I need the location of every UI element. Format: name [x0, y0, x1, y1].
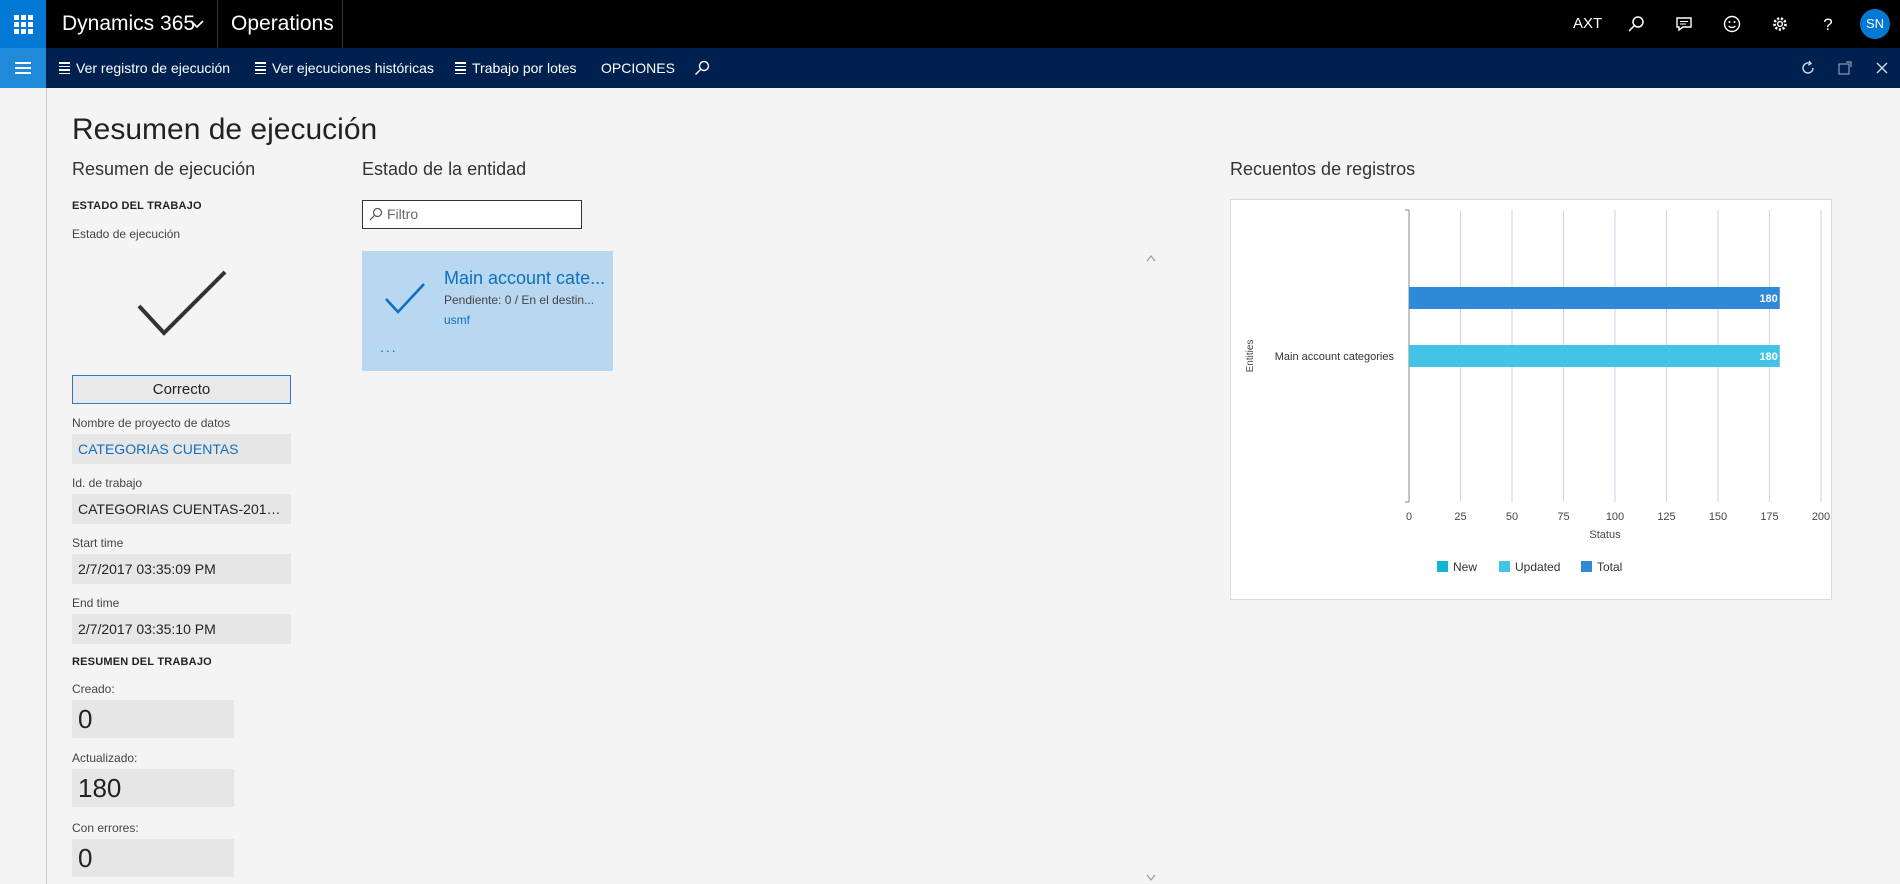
job-summary-heading: RESUMEN DEL TRABAJO	[72, 656, 212, 668]
x-tick-label: 100	[1606, 511, 1624, 523]
action-bar: Ver registro de ejecución Ver ejecucione…	[0, 48, 1900, 88]
search-icon[interactable]	[1626, 14, 1646, 34]
x-tick-label: 0	[1406, 511, 1412, 523]
end-time-label: End time	[72, 596, 120, 610]
entity-status-heading: Estado de la entidad	[362, 159, 527, 179]
summary-heading: Resumen de ejecución	[72, 159, 256, 179]
more-options-button[interactable]: ...	[380, 339, 398, 355]
entity-tile[interactable]: Main account cate... Pendiente: 0 / En e…	[362, 251, 613, 371]
view-historical-runs-label: Ver ejecuciones históricas	[272, 60, 434, 76]
batch-job-label: Trabajo por lotes	[472, 60, 577, 76]
module-name[interactable]: Operations	[231, 0, 334, 48]
hamburger-menu-icon[interactable]	[0, 48, 46, 88]
app-launcher-button[interactable]	[0, 0, 46, 48]
category-label: Main account categories	[1275, 351, 1395, 363]
view-execution-log-label: Ver registro de ejecución	[76, 60, 231, 76]
legend-swatch-new	[1437, 561, 1448, 572]
search-icon	[369, 207, 383, 221]
x-tick-label: 25	[1454, 511, 1466, 523]
x-tick-label: 50	[1506, 511, 1518, 523]
legend-label-total: Total	[1597, 560, 1622, 574]
x-tick-label: 125	[1657, 511, 1675, 523]
entity-tile-company[interactable]: usmf	[444, 313, 470, 327]
scrollbar[interactable]	[1146, 250, 1156, 884]
help-icon[interactable]: ?	[1818, 14, 1838, 34]
created-count: 0	[72, 700, 234, 738]
errors-count: 0	[72, 839, 234, 877]
execution-status-label: Estado de ejecución	[72, 227, 181, 241]
options-tab[interactable]: OPCIONES	[601, 48, 675, 88]
data-label: 180	[1759, 351, 1777, 363]
y-axis-title: Entities	[1245, 340, 1256, 373]
x-tick-label: 75	[1557, 511, 1569, 523]
legend-label-updated: Updated	[1515, 560, 1560, 574]
refresh-icon[interactable]	[1799, 59, 1817, 77]
legend-swatch-total	[1581, 561, 1592, 572]
x-tick-label: 200	[1812, 511, 1830, 523]
updated-label: Actualizado:	[72, 751, 138, 765]
avatar[interactable]: SN	[1860, 9, 1890, 39]
x-tick-label: 150	[1709, 511, 1727, 523]
legend-swatch-updated	[1499, 561, 1510, 572]
legend-label-new: New	[1453, 560, 1477, 574]
bar-chart: 0 25 50 75 100 125 150 175 200 Main account categ…	[1245, 209, 1830, 574]
start-time-field: 2/7/2017 03:35:09 PM	[72, 554, 291, 584]
page-title: Resumen de ejecución	[72, 113, 378, 146]
batch-job-button[interactable]: Trabajo por lotes	[455, 48, 577, 88]
open-new-window-icon[interactable]	[1836, 59, 1854, 77]
filter-input[interactable]: Filtro	[362, 200, 582, 229]
filter-placeholder: Filtro	[387, 206, 419, 222]
job-id-label: Id. de trabajo	[72, 476, 143, 490]
left-nav-rail	[0, 88, 47, 884]
created-label: Creado:	[72, 682, 115, 696]
x-axis-title: Status	[1589, 529, 1621, 541]
divider	[342, 0, 343, 48]
bar-updated	[1409, 345, 1780, 367]
view-execution-log-button[interactable]: Ver registro de ejecución	[59, 48, 230, 88]
job-status-heading: ESTADO DEL TRABAJO	[72, 200, 202, 212]
chevron-down-icon[interactable]	[190, 18, 204, 30]
updated-count: 180	[72, 769, 234, 807]
feedback-smiley-icon[interactable]	[1722, 14, 1742, 34]
chevron-up-icon[interactable]	[1146, 254, 1156, 262]
project-name-link[interactable]: CATEGORIAS CUENTAS	[72, 434, 291, 464]
entity-tile-subtitle: Pendiente: 0 / En el destin...	[444, 293, 595, 307]
waffle-icon	[13, 14, 33, 34]
app-name[interactable]: Dynamics 365	[62, 0, 195, 48]
start-time-label: Start time	[72, 536, 124, 550]
record-counts-heading: Recuentos de registros	[1230, 159, 1416, 179]
x-tick-label: 175	[1760, 511, 1778, 523]
entity-tile-title: Main account cate...	[444, 268, 606, 288]
message-icon[interactable]	[1674, 14, 1694, 34]
top-bar: Dynamics 365 Operations AXT ? SN	[0, 0, 1900, 48]
checkmark-icon	[385, 283, 425, 314]
data-label: 180	[1759, 293, 1777, 305]
bar-total	[1409, 287, 1780, 309]
list-icon	[255, 62, 266, 74]
checkmark-icon	[137, 270, 227, 336]
errors-label: Con errores:	[72, 821, 139, 835]
action-search-icon[interactable]	[694, 48, 710, 88]
gear-icon[interactable]	[1770, 14, 1790, 34]
end-time-field: 2/7/2017 03:35:10 PM	[72, 614, 291, 644]
chevron-down-icon[interactable]	[1146, 874, 1156, 882]
close-icon[interactable]	[1873, 59, 1891, 77]
company-picker[interactable]: AXT	[1573, 0, 1602, 48]
view-historical-runs-button[interactable]: Ver ejecuciones históricas	[255, 48, 434, 88]
list-icon	[455, 62, 466, 74]
status-value-button[interactable]: Correcto	[72, 375, 291, 404]
job-id-field: CATEGORIAS CUENTAS-2017-0...	[72, 494, 291, 524]
project-name-label: Nombre de proyecto de datos	[72, 416, 231, 430]
record-counts-chart: 0 25 50 75 100 125 150 175 200 Main account categ…	[1230, 199, 1832, 600]
divider	[217, 0, 218, 48]
list-icon	[59, 62, 70, 74]
svg-text:?: ?	[1823, 15, 1832, 33]
